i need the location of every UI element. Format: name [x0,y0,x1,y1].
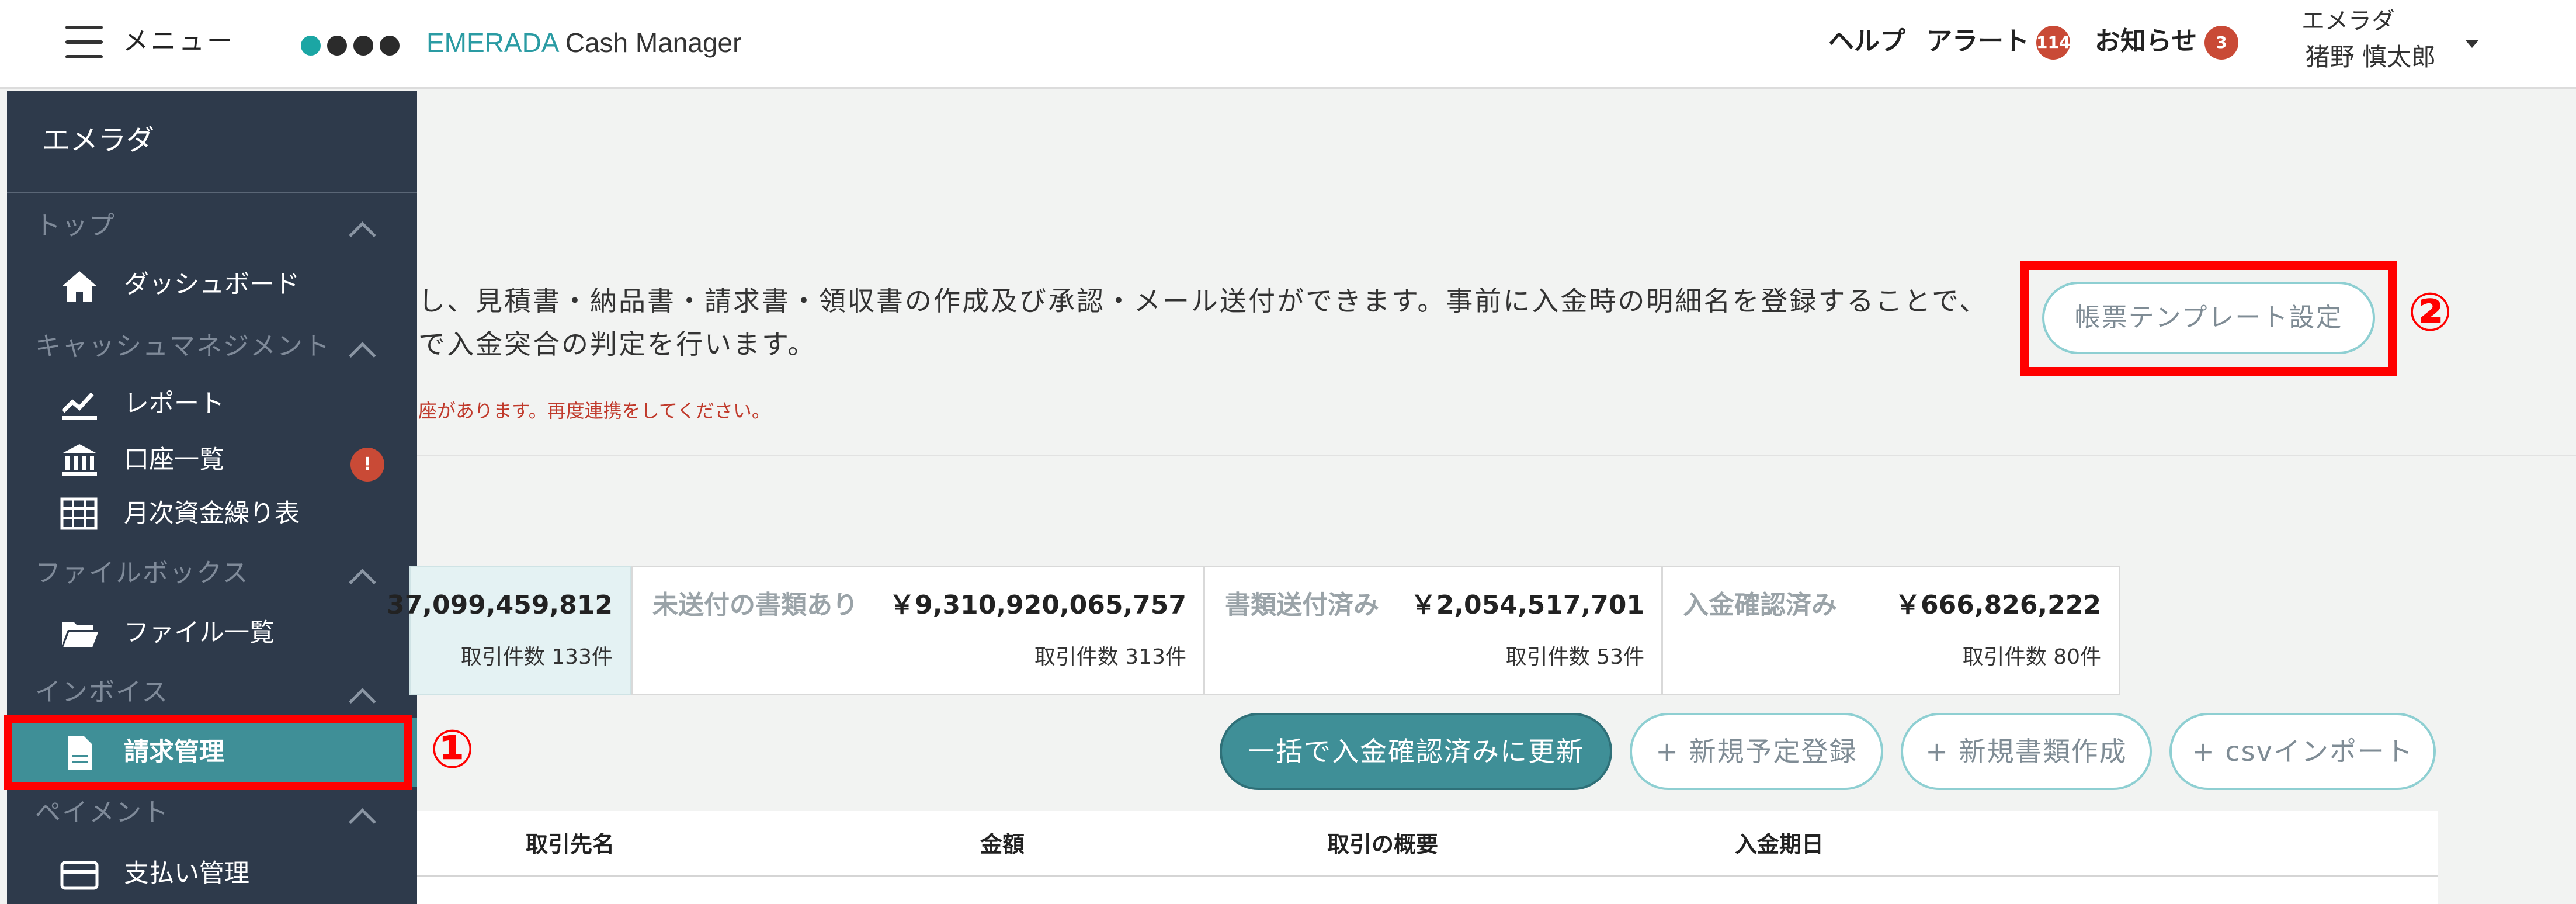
tab-sent-count: 取引件数 53件 [1505,645,1644,669]
template-settings-button[interactable]: 帳票テンプレート設定 [2042,282,2375,354]
accounts-alert-badge: ! [350,448,384,482]
sidebar-section-invoice[interactable]: インボイス [35,674,169,711]
table-row[interactable] [417,877,2438,904]
highlight-box-invoice-management [4,715,412,790]
user-dropdown-caret-icon[interactable] [2465,40,2479,48]
tab-confirmed-count: 取引件数 80件 [1962,645,2101,669]
sidebar-company-name: エメラダ [42,124,155,157]
sidebar-section-payment[interactable]: ペイメント [35,795,169,831]
new-document-button[interactable]: + 新規書類作成 [1901,713,2152,790]
annotation-number-two: ② [2408,282,2453,343]
bulk-confirm-button[interactable]: 一括で入金確認済みに更新 [1220,713,1612,790]
sidebar-section-cash-management[interactable]: キャッシュマネジメント [35,328,331,365]
user-company[interactable]: エメラダ [2301,5,2395,37]
column-header-due-date[interactable]: 入金期日 [1735,829,1824,860]
sidebar-item-dashboard[interactable]: ダッシュボード [124,266,300,303]
brand-logo-icon [301,34,412,57]
chart-icon [61,392,97,420]
brand-name[interactable]: EMERADA Cash Manager [426,23,741,62]
sidebar-section-top[interactable]: トップ [35,208,116,244]
tab-unsent-count: 取引件数 313件 [1034,645,1186,669]
folder-icon [62,622,98,647]
tab-payment-confirmed[interactable]: 入金確認済み ￥666,826,222 取引件数 80件 [1661,566,2120,695]
menu-label[interactable]: メニュー [123,23,235,60]
alert-link[interactable]: アラート [1926,23,2029,60]
column-header-amount[interactable]: 金額 [980,829,1025,860]
notice-link[interactable]: お知らせ [2095,23,2197,60]
new-plan-button[interactable]: + 新規予定登録 [1630,713,1883,790]
tab-confirmed-amount: ￥666,826,222 [1895,590,2101,620]
sidebar-divider [7,192,417,193]
column-header-summary[interactable]: 取引の概要 [1327,829,1438,860]
brand-name-rest: Cash Manager [557,27,742,58]
hamburger-menu-icon[interactable] [65,26,103,58]
tab-all-amount: 37,099,459,812 [387,590,613,620]
annotation-number-one: ① [430,719,475,780]
sidebar-item-report[interactable]: レポート [124,386,224,422]
page-description-line1: し、見積書・納品書・請求書・領収書の作成及び承認・メール送付ができます。事前に入… [418,285,1988,317]
section-divider [417,455,2576,456]
tab-unsent-label: 未送付の書類あり [652,590,858,620]
sidebar-item-payment-management[interactable]: 支払い管理 [124,855,249,892]
page-description-line2: で入金突合の判定を行います。 [418,328,817,360]
reconnect-warning: 座があります。再度連携をしてください。 [418,400,770,422]
notice-count-badge: 3 [2204,26,2238,60]
tab-confirmed-label: 入金確認済み [1683,590,1837,620]
sidebar-item-file-list[interactable]: ファイル一覧 [124,615,275,651]
brand-name-emerada: EMERADA [426,27,558,58]
tab-unsent[interactable]: 未送付の書類あり ￥9,310,920,065,757 取引件数 313件 [631,566,1206,695]
home-icon [62,271,97,302]
alert-count-badge: 114 [2036,26,2070,60]
bank-icon [62,444,97,476]
tab-unsent-amount: ￥9,310,920,065,757 [889,590,1186,620]
tab-all[interactable]: 37,099,459,812 取引件数 133件 [387,566,632,695]
user-name[interactable]: 猪野 慎太郎 [2306,40,2436,75]
tab-sent[interactable]: 書類送付済み ￥2,054,517,701 取引件数 53件 [1203,566,1664,695]
sidebar-section-file-box[interactable]: ファイルボックス [35,555,249,591]
tab-all-count: 取引件数 133件 [460,645,613,669]
tab-sent-label: 書類送付済み [1225,590,1379,620]
sidebar-item-accounts[interactable]: 口座一覧 [124,442,224,478]
help-link[interactable]: ヘルプ [1828,23,1905,60]
csv-import-button[interactable]: + csvインポート [2169,713,2436,790]
table-icon [60,497,98,530]
card-icon [60,861,99,890]
sidebar-item-monthly-cashflow[interactable]: 月次資金繰り表 [124,496,300,532]
tab-sent-amount: ￥2,054,517,701 [1410,590,1644,620]
column-header-client[interactable]: 取引先名 [526,829,615,860]
